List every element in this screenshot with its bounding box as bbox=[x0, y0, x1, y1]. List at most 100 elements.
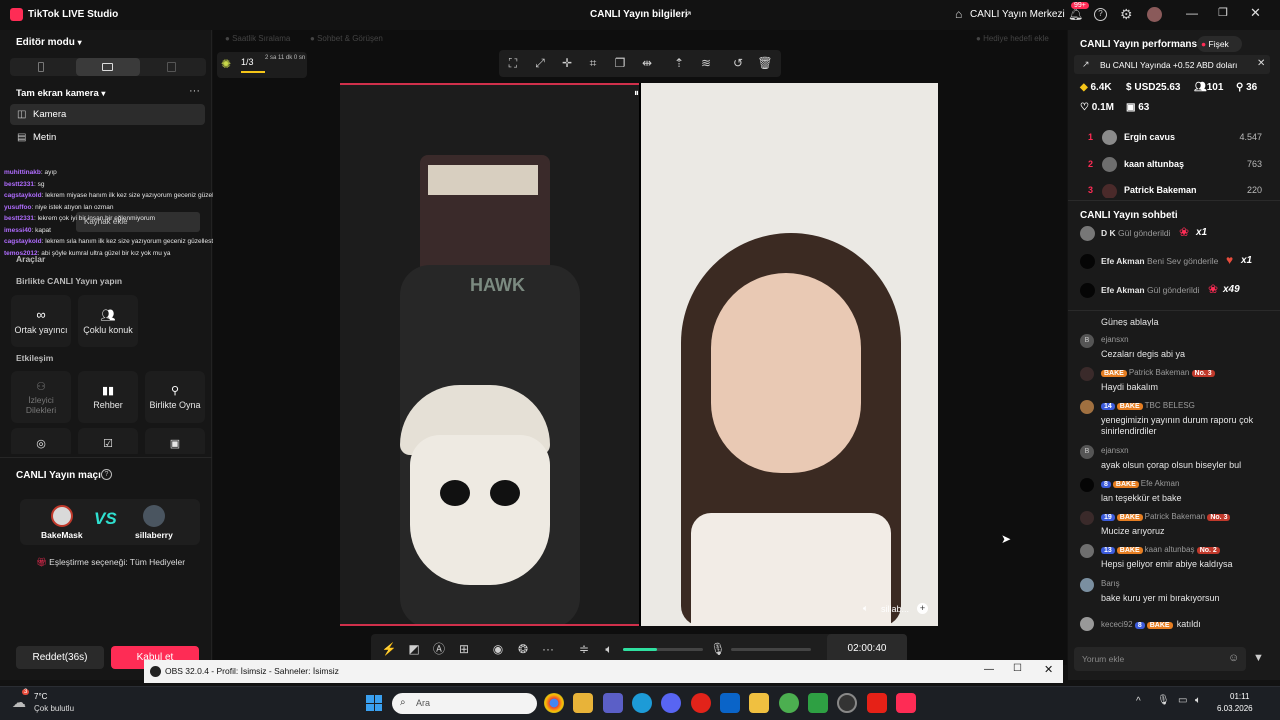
fit-icon[interactable]: ⤢ bbox=[532, 55, 548, 71]
copy-icon[interactable]: ❐ bbox=[612, 55, 628, 71]
clock-time[interactable]: 01:11 bbox=[1230, 692, 1249, 701]
speaker-icon[interactable]: 🔈︎ bbox=[863, 603, 868, 614]
poll-tool-button[interactable]: ☑ bbox=[78, 428, 138, 454]
target-tool-button[interactable]: ◎ bbox=[11, 428, 71, 454]
gift-goal-link[interactable]: ● Hediye hedefi ekle bbox=[976, 34, 1049, 43]
layers-icon[interactable]: ≋ bbox=[698, 55, 714, 71]
viewer-requests-button[interactable]: ⚇ İzleyici Dilekleri bbox=[11, 371, 71, 423]
ai-icon[interactable]: Ⓐ bbox=[431, 641, 447, 657]
mixer-icon[interactable]: ≑ bbox=[576, 641, 592, 657]
rotate-icon[interactable]: ↺ bbox=[730, 55, 746, 71]
share-icon[interactable]: ↗ bbox=[683, 8, 692, 21]
ranking-row[interactable]: 3 Patrick Bakeman 220 bbox=[1080, 184, 1262, 198]
chrome-profile-icon[interactable] bbox=[779, 693, 799, 713]
help-icon[interactable]: ? bbox=[101, 469, 112, 480]
volume-icon[interactable]: 🔈︎ bbox=[601, 641, 617, 657]
camera-settings-icon[interactable]: ❂ bbox=[515, 641, 531, 657]
tiktok-icon[interactable] bbox=[896, 693, 916, 713]
chrome-icon[interactable] bbox=[544, 693, 564, 713]
mic-slider[interactable] bbox=[731, 648, 811, 651]
hourly-ranking-tab[interactable]: ● Saatlik Sıralama bbox=[225, 34, 290, 43]
source-item-camera[interactable]: ◫ Kamera bbox=[10, 104, 205, 125]
portrait-layout-icon[interactable] bbox=[38, 62, 44, 72]
filter-icon[interactable]: ▼ bbox=[1253, 652, 1264, 664]
minimize-icon[interactable]: — bbox=[1186, 6, 1198, 20]
comment-input[interactable]: Yorum ekle ☺ bbox=[1074, 647, 1246, 671]
clock-date[interactable]: 6.03.2026 bbox=[1217, 704, 1253, 713]
box-tool-button[interactable]: ▣ bbox=[145, 428, 205, 454]
play-together-button[interactable]: ⚲ Birlikte Oyna bbox=[145, 371, 205, 423]
goal-widget[interactable]: ✺ 1/3 2 sa 11 dk 0 sn bbox=[217, 52, 307, 78]
cohost-button[interactable]: ∞ Ortak yayıncı bbox=[11, 295, 71, 347]
taskbar-search[interactable]: ⌕ Ara bbox=[392, 693, 537, 714]
avatar[interactable] bbox=[1147, 7, 1162, 22]
minimize-icon[interactable]: — bbox=[984, 664, 994, 675]
ranking-row[interactable]: 1 Ergin cavus 4.547 bbox=[1080, 130, 1262, 146]
opera-icon[interactable] bbox=[691, 693, 711, 713]
left-panel: Editör modu ▾ Tam ekran kamera ▾ ··· ◫ K… bbox=[0, 30, 260, 680]
weather-cloud-icon[interactable]: ☁ bbox=[12, 694, 26, 711]
host-video-feed[interactable]: HAWK bbox=[340, 83, 639, 626]
explorer-icon[interactable] bbox=[573, 693, 593, 713]
bell-icon[interactable]: 🔔︎ bbox=[1068, 7, 1083, 21]
bring-forward-icon[interactable]: ⇡ bbox=[671, 55, 687, 71]
settings-gear-icon[interactable]: ⚙ bbox=[1120, 6, 1133, 23]
restore-icon[interactable]: ❐ bbox=[1218, 6, 1228, 19]
guide-button[interactable]: ▮▮ Rehber bbox=[78, 371, 138, 423]
tiktok-logo-icon bbox=[10, 8, 23, 21]
chat-viewers-tab[interactable]: ● Sohbet & Görüşen bbox=[310, 34, 383, 43]
obs-icon[interactable] bbox=[837, 693, 857, 713]
guest-video-feed[interactable]: 🔈︎ sillab... + bbox=[641, 83, 938, 626]
firecracker-badge[interactable]: ● Fişek bbox=[1197, 36, 1242, 52]
close-icon[interactable]: ✕ bbox=[1044, 663, 1053, 676]
help-icon[interactable]: ? bbox=[1094, 8, 1107, 21]
emoji-icon[interactable]: ☺ bbox=[1228, 652, 1239, 664]
decline-button[interactable]: Reddet(36s) bbox=[16, 646, 104, 669]
mail-icon[interactable] bbox=[720, 693, 740, 713]
youtube-icon[interactable] bbox=[867, 693, 887, 713]
app-icon[interactable] bbox=[808, 693, 828, 713]
source-item-text[interactable]: ▤ Metin bbox=[10, 127, 205, 148]
windows-start-icon[interactable] bbox=[366, 695, 382, 711]
discord-icon[interactable] bbox=[661, 693, 681, 713]
trash-icon[interactable]: 🗑︎ bbox=[757, 55, 773, 71]
microphone-icon[interactable]: 🎙︎ bbox=[1157, 695, 1170, 706]
magic-wand-icon[interactable]: ⚡ bbox=[381, 641, 397, 657]
chevron-up-icon[interactable]: ^ bbox=[1136, 696, 1141, 707]
landscape-layout-button[interactable] bbox=[76, 58, 140, 76]
pause-icon[interactable]: ⏸ bbox=[634, 88, 639, 99]
fullscreen-icon[interactable]: ⛶ bbox=[505, 55, 521, 71]
maximize-icon[interactable]: ☐ bbox=[1013, 663, 1022, 674]
close-icon[interactable]: ✕ bbox=[1250, 5, 1261, 21]
live-info-title[interactable]: CANLI Yayın bilgileri bbox=[590, 9, 688, 20]
add-media-icon[interactable]: ⊞ bbox=[456, 641, 472, 657]
add-icon[interactable]: + bbox=[917, 603, 928, 614]
live-center-link[interactable]: CANLI Yayın Merkezi bbox=[970, 9, 1065, 20]
ranking-row[interactable]: 2 kaan altunbaş 763 bbox=[1080, 157, 1262, 173]
volume-icon[interactable]: 🔈︎ bbox=[1195, 695, 1201, 706]
teams-icon[interactable] bbox=[603, 693, 623, 713]
multi-guest-button[interactable]: 👥︎ Çoklu konuk bbox=[78, 295, 138, 347]
divider bbox=[1068, 310, 1280, 311]
record-icon[interactable]: ◉ bbox=[490, 641, 506, 657]
center-icon[interactable]: ✛ bbox=[559, 55, 575, 71]
folder-icon[interactable] bbox=[749, 693, 769, 713]
scene-dropdown[interactable]: Tam ekran kamera ▾ bbox=[16, 88, 105, 99]
overlay-chat-line: yusuffoo: niye istek atıyon lan ozman bbox=[4, 204, 114, 211]
flip-icon[interactable]: ⇹ bbox=[639, 55, 655, 71]
edge-icon[interactable] bbox=[632, 693, 652, 713]
volume-slider[interactable] bbox=[623, 648, 703, 651]
effects-icon[interactable]: ◩ bbox=[406, 641, 422, 657]
more-options-icon[interactable]: ··· bbox=[540, 641, 556, 657]
editor-mode-dropdown[interactable]: Editör modu ▾ bbox=[16, 37, 82, 48]
obs-window-bar[interactable]: OBS 32.0.4 - Profil: İsimsiz - Sahneler:… bbox=[144, 660, 1063, 683]
landscape-layout-icon bbox=[102, 63, 113, 71]
split-layout-icon[interactable] bbox=[167, 62, 176, 72]
avatar bbox=[1102, 130, 1117, 145]
close-icon[interactable]: ✕ bbox=[1257, 58, 1265, 69]
more-options-icon[interactable]: ··· bbox=[189, 85, 200, 97]
home-icon[interactable]: ⌂ bbox=[955, 7, 962, 21]
network-icon[interactable]: ▭ bbox=[1178, 695, 1187, 706]
crop-icon[interactable]: ⌗ bbox=[585, 55, 601, 71]
microphone-icon[interactable]: 🎙︎ bbox=[710, 641, 726, 657]
